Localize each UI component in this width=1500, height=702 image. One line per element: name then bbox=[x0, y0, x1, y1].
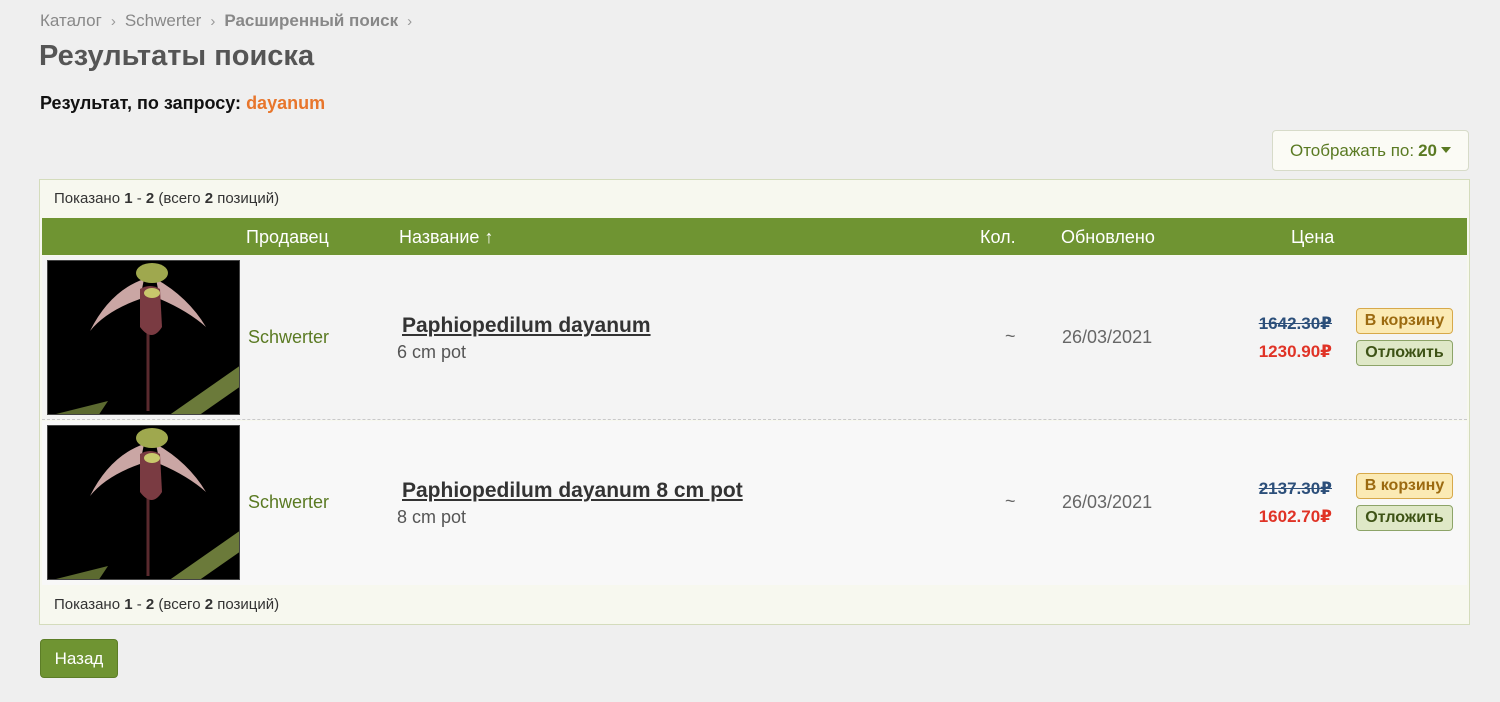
per-page-value: 20 bbox=[1418, 140, 1438, 160]
header-name[interactable]: Название ↑ bbox=[399, 227, 493, 248]
query-line: Результат, по запросу: dayanum bbox=[40, 93, 325, 114]
per-page-label: Отображать по: bbox=[1289, 140, 1415, 160]
per-page-dropdown[interactable]: Отображать по: 20 bbox=[1272, 130, 1469, 171]
add-to-cart-button[interactable]: В корзину bbox=[1356, 308, 1453, 334]
table-row: Schwerter Paphiopedilum dayanum 6 cm pot… bbox=[42, 256, 1467, 420]
shown-dash: - bbox=[136, 596, 142, 613]
product-description: 6 cm pot bbox=[397, 342, 467, 362]
shown-count-top: Показано 1 - 2 (всего 2 позиций) bbox=[54, 190, 279, 207]
shown-total-prefix: (всего bbox=[158, 190, 201, 207]
breadcrumb-separator: › bbox=[407, 12, 413, 30]
quantity: ~ bbox=[1005, 491, 1016, 511]
seller-link[interactable]: Schwerter bbox=[248, 492, 329, 513]
updated-date: 26/03/2021 bbox=[1062, 327, 1153, 347]
old-price: 2137.30₽ bbox=[1258, 479, 1332, 498]
shown-total-suffix: позиций) bbox=[217, 190, 280, 207]
table-header: Продавец Название ↑ Кол. Обновлено Цена bbox=[42, 218, 1467, 255]
old-price: 1642.30₽ bbox=[1258, 314, 1332, 333]
caret-down-icon bbox=[1441, 146, 1452, 153]
add-to-cart-button[interactable]: В корзину bbox=[1356, 473, 1453, 499]
product-name-link[interactable]: Paphiopedilum dayanum bbox=[402, 314, 651, 338]
quantity: ~ bbox=[1005, 326, 1016, 346]
breadcrumb-separator: › bbox=[210, 12, 216, 30]
results-panel: Показано 1 - 2 (всего 2 позиций) Продаве… bbox=[39, 179, 1470, 625]
breadcrumb-seller[interactable]: Schwerter bbox=[125, 11, 202, 31]
product-description: 8 cm pot bbox=[397, 507, 467, 527]
header-seller[interactable]: Продавец bbox=[246, 227, 329, 248]
shown-from: 1 bbox=[124, 596, 133, 613]
header-qty[interactable]: Кол. bbox=[980, 227, 1016, 248]
save-for-later-button[interactable]: Отложить bbox=[1356, 505, 1453, 531]
table-row: Schwerter Paphiopedilum dayanum 8 cm pot… bbox=[42, 421, 1467, 585]
shown-total-suffix: позиций) bbox=[217, 596, 280, 613]
query-value: dayanum bbox=[246, 93, 326, 113]
header-price[interactable]: Цена bbox=[1291, 227, 1334, 248]
product-image[interactable] bbox=[47, 425, 240, 580]
breadcrumb-advanced-search[interactable]: Расширенный поиск bbox=[224, 11, 398, 31]
shown-prefix: Показано bbox=[54, 190, 121, 207]
save-for-later-button[interactable]: Отложить bbox=[1356, 340, 1453, 366]
breadcrumb: Каталог › Schwerter › Расширенный поиск … bbox=[40, 11, 421, 31]
shown-total-prefix: (всего bbox=[158, 596, 201, 613]
back-button[interactable]: Назад bbox=[40, 639, 118, 678]
new-price: 1230.90₽ bbox=[1258, 342, 1332, 361]
breadcrumb-separator: › bbox=[110, 12, 116, 30]
header-updated[interactable]: Обновлено bbox=[1061, 227, 1155, 248]
shown-to: 2 bbox=[145, 190, 155, 207]
product-name-link[interactable]: Paphiopedilum dayanum 8 cm pot bbox=[402, 479, 743, 503]
updated-date: 26/03/2021 bbox=[1062, 492, 1153, 512]
product-image[interactable] bbox=[47, 260, 240, 415]
seller-link[interactable]: Schwerter bbox=[248, 327, 329, 348]
query-label: Результат, по запросу: bbox=[40, 93, 242, 113]
shown-prefix: Показано bbox=[54, 596, 121, 613]
shown-dash: - bbox=[136, 190, 142, 207]
shown-to: 2 bbox=[145, 596, 155, 613]
breadcrumb-catalog[interactable]: Каталог bbox=[40, 11, 102, 31]
shown-from: 1 bbox=[124, 190, 133, 207]
shown-count-bottom: Показано 1 - 2 (всего 2 позиций) bbox=[54, 596, 279, 613]
shown-total: 2 bbox=[204, 596, 214, 613]
shown-total: 2 bbox=[204, 190, 214, 207]
page-title: Результаты поиска bbox=[39, 40, 315, 72]
new-price: 1602.70₽ bbox=[1258, 507, 1332, 526]
